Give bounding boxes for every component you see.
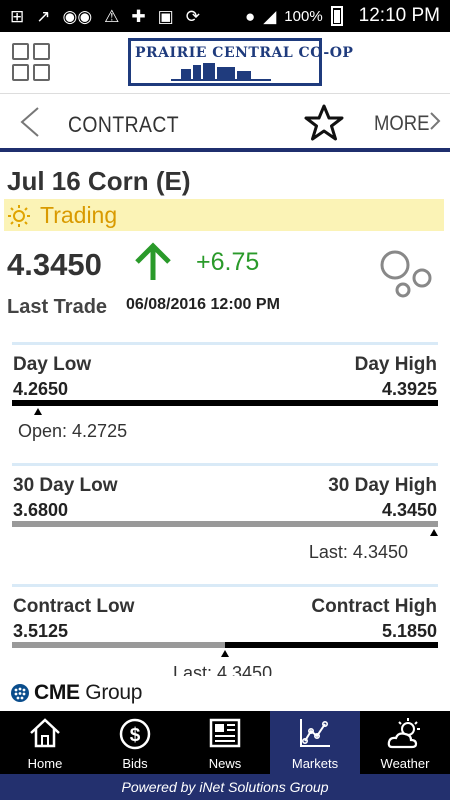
last-trade-label: Last Trade [7, 296, 108, 318]
range-high-label: 30 Day High [328, 475, 437, 496]
tab-weather-label: Weather [380, 756, 430, 771]
sync-icon: ⟳ [185, 6, 200, 26]
app-header: PRAIRIE CENTRAL CO-OP [0, 32, 450, 94]
chevron-right-icon[interactable] [428, 110, 442, 132]
tab-news[interactable]: News [180, 711, 270, 774]
up-arrow-icon [135, 242, 171, 280]
tab-markets-label: Markets [291, 756, 339, 771]
range-low-label: 30 Day Low [13, 475, 118, 496]
voicemail-icon: ◉◉ [62, 6, 93, 26]
coop-logo: PRAIRIE CENTRAL CO-OP [128, 38, 354, 86]
section-divider [12, 342, 438, 345]
range-bar [12, 521, 438, 527]
thirty-day-range: 30 Day Low 30 Day High 3.6800 4.3450 Las… [12, 463, 438, 581]
range-marker [33, 408, 42, 415]
status-bar: ⊞ ↗ ◉◉ ⚠ ✚ ▣ ⟳ ● ◢ 100% 12:10 PM [0, 0, 450, 32]
range-high-value: 4.3450 [381, 500, 437, 520]
battery-icon [330, 6, 343, 26]
range-bar-fill [12, 400, 438, 406]
powered-by-footer: Powered by iNet Solutions Group [0, 774, 450, 800]
cme-group-logo: CME Group [10, 678, 210, 708]
section-divider [12, 584, 438, 587]
range-low-value: 3.6800 [13, 500, 69, 520]
newspaper-icon [209, 718, 241, 748]
contract-name: Jul 16 Corn (E) [7, 166, 191, 196]
tab-markets[interactable]: Markets [270, 711, 360, 774]
range-high-label: Day High [354, 354, 437, 375]
tab-bids[interactable]: $ Bids [90, 711, 180, 774]
last-price: 4.3450 [7, 247, 102, 282]
last-trade-time: 06/08/2016 12:00 PM [126, 296, 280, 313]
contract-range: Contract Low Contract High 3.5125 5.1850… [12, 584, 438, 676]
grain-elevator-icon [171, 63, 271, 81]
tab-home-label: Home [27, 756, 63, 771]
tab-weather[interactable]: Weather [360, 711, 450, 774]
day-range: Day Low Day High 4.2650 4.3925 Open: 4.2… [12, 342, 438, 460]
range-marker-note: Last: 4.3450 [173, 663, 273, 676]
range-marker [221, 650, 229, 657]
cme-group-text: CME Group [34, 681, 143, 704]
bubbles-icon[interactable] [378, 246, 434, 300]
contract-nav-bar: CONTRACT MORE [0, 94, 450, 152]
range-low-value: 4.2650 [13, 379, 69, 399]
range-marker-note: Open: 4.2725 [18, 421, 128, 441]
nav-title: CONTRACT [68, 112, 180, 137]
chart-icon [300, 719, 330, 747]
trading-status: Trading [40, 202, 118, 228]
price-change: +6.75 [196, 248, 260, 276]
range-bar [12, 642, 438, 648]
more-button[interactable]: MORE [374, 112, 429, 136]
svg-text:$: $ [130, 725, 141, 746]
tab-news-label: News [208, 756, 242, 771]
range-low-label: Day Low [13, 354, 92, 375]
signal-icon: ◢ [263, 6, 277, 26]
bottom-tab-bar: Home $ Bids News Markets Weather [0, 711, 450, 774]
dollar-icon: $ [119, 718, 151, 750]
range-low-value: 3.5125 [13, 621, 69, 641]
range-high-value: 5.1850 [381, 621, 437, 641]
contract-detail: Jul 16 Corn (E) Trading 4.3450 +6.75 Las… [0, 156, 450, 676]
range-low-label: Contract Low [13, 596, 135, 617]
range-bar [12, 400, 438, 406]
trading-status-band: Trading [4, 199, 444, 231]
warning-icon: ⚠ [104, 6, 120, 26]
range-bar-fill [225, 642, 438, 648]
back-chevron-icon[interactable] [18, 106, 44, 138]
gallery-icon: ▣ [157, 6, 174, 26]
weather-icon [387, 718, 420, 749]
logo-text: PRAIRIE CENTRAL CO-OP [135, 45, 354, 61]
notification-icons: ⊞ ↗ ◉◉ ⚠ ✚ ▣ ⟳ [10, 8, 200, 25]
tab-bids-label: Bids [122, 756, 148, 771]
plus-box-icon: ⊞ [10, 6, 25, 26]
favorite-star-icon[interactable] [304, 104, 344, 142]
range-high-value: 4.3925 [381, 379, 437, 399]
range-high-label: Contract High [311, 596, 437, 617]
cme-globe-icon [11, 684, 29, 702]
battery-percent: 100% [284, 7, 323, 25]
wifi-icon: ● [244, 6, 256, 26]
home-icon [30, 718, 60, 748]
medical-plus-icon: ✚ [131, 6, 146, 26]
app-menu-grid-icon[interactable] [12, 43, 50, 81]
range-marker-note: Last: 4.3450 [308, 542, 408, 562]
section-divider [12, 463, 438, 466]
missed-call-icon: ↗ [36, 6, 51, 26]
tab-home[interactable]: Home [0, 711, 90, 774]
range-marker [430, 529, 438, 536]
clock: 12:10 PM [358, 5, 440, 26]
sun-icon [8, 205, 30, 227]
